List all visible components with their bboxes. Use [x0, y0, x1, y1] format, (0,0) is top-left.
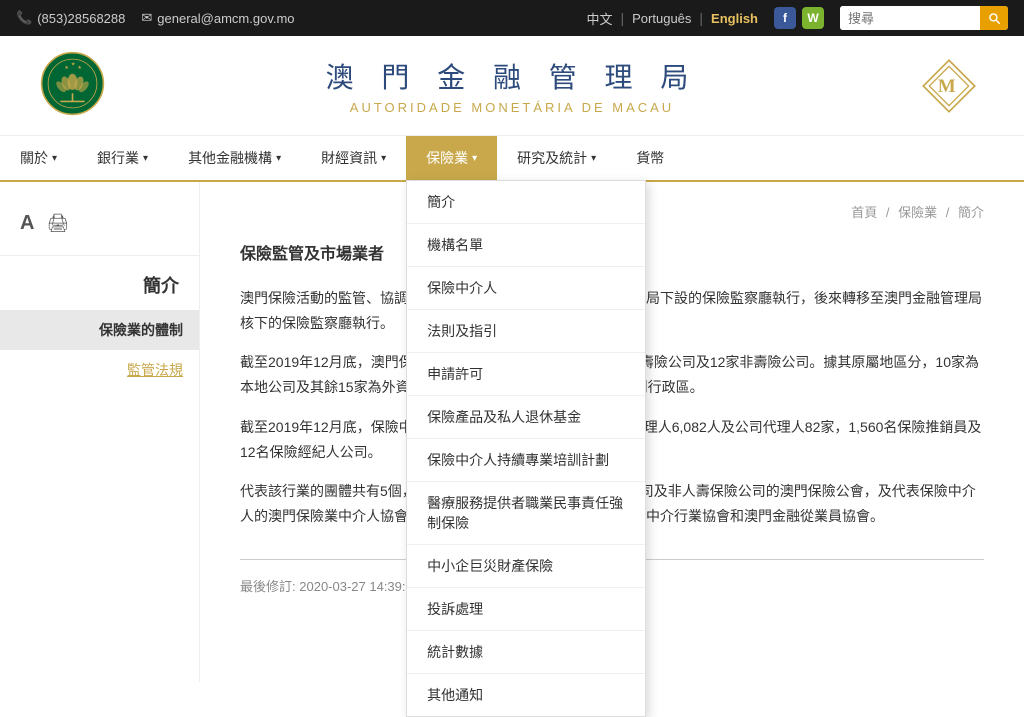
font-size-icon[interactable]: A [20, 212, 34, 235]
lang-en[interactable]: English [711, 11, 758, 26]
top-bar-left: 📞 (853)28568288 ✉ general@amcm.gov.mo [16, 10, 570, 26]
phone-icon: 📞 [16, 10, 32, 26]
last-modified-label: 最後修訂: [240, 579, 296, 594]
lang-zh[interactable]: 中文 [586, 9, 612, 28]
dropdown-item-regulations[interactable]: 法則及指引 [407, 310, 645, 353]
nav-research-arrow: ▾ [591, 153, 596, 164]
dropdown-item-application[interactable]: 申請許可 [407, 353, 645, 396]
top-bar: 📞 (853)28568288 ✉ general@amcm.gov.mo 中文… [0, 0, 1024, 36]
dropdown-item-sme[interactable]: 中小企巨災財產保險 [407, 545, 645, 588]
svg-text:★: ★ [77, 64, 82, 70]
svg-text:★: ★ [71, 61, 76, 67]
search-input[interactable] [840, 6, 980, 30]
site-title-zh: 澳 門 金 融 管 理 局 [326, 56, 699, 96]
nav-about-arrow: ▾ [52, 153, 57, 164]
svg-text:M: M [938, 76, 956, 97]
search-icon [987, 11, 1001, 25]
svg-text:★: ★ [64, 64, 69, 70]
nav-banking[interactable]: 銀行業 ▾ [77, 136, 168, 180]
email-icon: ✉ [141, 10, 152, 26]
social-links: f W [774, 7, 824, 29]
lang-sep-2: | [699, 10, 703, 26]
phone-number: (853)28568288 [37, 11, 125, 26]
nav-financial-info[interactable]: 財經資訊 ▾ [301, 136, 406, 180]
insurance-dropdown: 簡介 機構名單 保險中介人 法則及指引 申請許可 保險產品及私人退休基金 保險中… [406, 180, 646, 717]
nav-research[interactable]: 研究及統計 ▾ [497, 136, 616, 180]
breadcrumb-sep-2: / [946, 205, 950, 220]
breadcrumb-current: 簡介 [958, 205, 984, 220]
lang-pt[interactable]: Português [632, 11, 691, 26]
nav-currency[interactable]: 貨幣 [616, 136, 684, 180]
dropdown-item-medical[interactable]: 醫療服務提供者職業民事責任強制保險 [407, 482, 645, 545]
site-title-pt: AUTORIDADE MONETÁRIA DE MACAU [326, 100, 699, 115]
phone-contact: 📞 (853)28568288 [16, 10, 125, 26]
nav-other-finance[interactable]: 其他金融機構 ▾ [168, 136, 301, 180]
nav-other-finance-arrow: ▾ [276, 153, 281, 164]
dropdown-item-notices[interactable]: 其他通知 [407, 674, 645, 716]
sidebar-tools: A 🖨 [0, 202, 199, 256]
nav-insurance[interactable]: 保險業 ▾ [406, 136, 497, 180]
sidebar: A 🖨 簡介 保險業的體制 監管法規 [0, 182, 200, 682]
last-modified-date: 2020-03-27 14:39:05 [299, 579, 420, 594]
search-button[interactable] [980, 6, 1008, 30]
breadcrumb-home[interactable]: 首頁 [851, 205, 877, 220]
facebook-icon[interactable]: f [774, 7, 796, 29]
breadcrumb-sep-1: / [886, 205, 890, 220]
main-navigation: 關於 ▾ 銀行業 ▾ 其他金融機構 ▾ 財經資訊 ▾ 保險業 ▾ 簡介 機構名單… [0, 136, 1024, 182]
dropdown-item-intro[interactable]: 簡介 [407, 181, 645, 224]
search-bar [840, 6, 1008, 30]
site-header: ★ ★ ★ 澳 門 金 融 管 理 局 AUTORIDADE MONETÁRIA… [0, 36, 1024, 136]
nav-financial-info-arrow: ▾ [381, 153, 386, 164]
email-address: general@amcm.gov.mo [157, 11, 294, 26]
sidebar-item-regulations[interactable]: 監管法規 [0, 350, 199, 390]
dropdown-item-products[interactable]: 保險產品及私人退休基金 [407, 396, 645, 439]
dropdown-item-org-list[interactable]: 機構名單 [407, 224, 645, 267]
lang-sep-1: | [621, 10, 625, 26]
wechat-icon[interactable]: W [802, 7, 824, 29]
language-switcher: 中文 | Português | English [586, 9, 758, 28]
sidebar-item-structure[interactable]: 保險業的體制 [0, 310, 199, 350]
nav-insurance-wrapper: 保險業 ▾ 簡介 機構名單 保險中介人 法則及指引 申請許可 保險產品及私人退休… [406, 136, 497, 180]
print-icon[interactable]: 🖨 [46, 213, 69, 234]
macau-govt-logo: ★ ★ ★ [40, 51, 110, 121]
dropdown-item-intermediary[interactable]: 保險中介人 [407, 267, 645, 310]
email-contact: ✉ general@amcm.gov.mo [141, 10, 294, 26]
dropdown-item-stats[interactable]: 統計數據 [407, 631, 645, 674]
site-title-block: 澳 門 金 融 管 理 局 AUTORIDADE MONETÁRIA DE MA… [326, 56, 699, 115]
nav-about[interactable]: 關於 ▾ [0, 136, 77, 180]
dropdown-item-complaints[interactable]: 投訴處理 [407, 588, 645, 631]
dropdown-item-training[interactable]: 保險中介人持續專業培訓計劃 [407, 439, 645, 482]
sidebar-section-title: 簡介 [0, 256, 199, 310]
breadcrumb-insurance[interactable]: 保險業 [898, 205, 937, 220]
amm-logo: M [914, 51, 984, 121]
nav-banking-arrow: ▾ [143, 153, 148, 164]
nav-insurance-arrow: ▾ [472, 153, 477, 164]
